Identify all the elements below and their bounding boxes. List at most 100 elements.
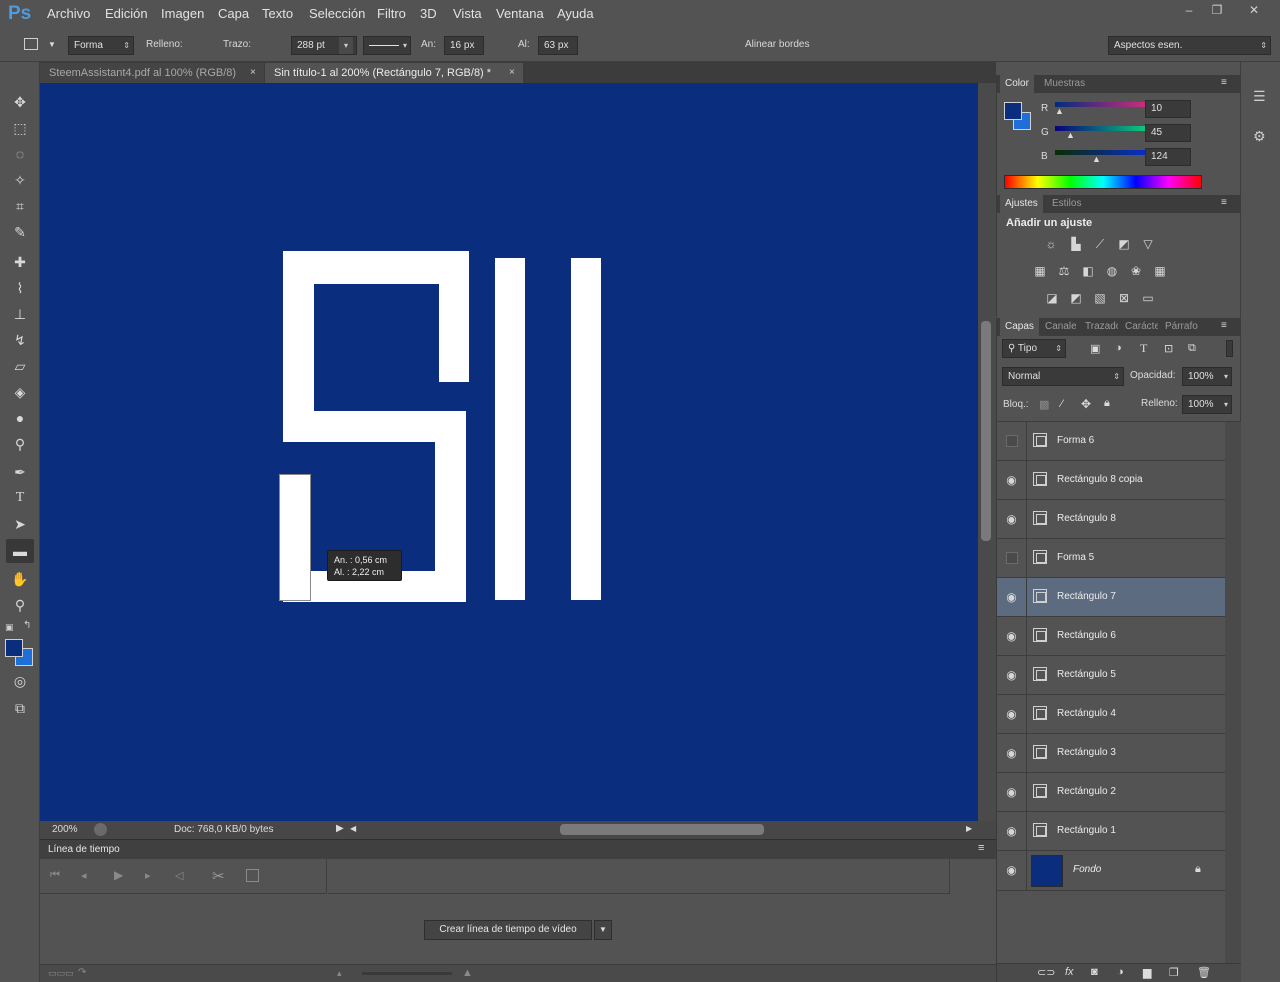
zoom-out-timeline-icon[interactable]: ▴ (337, 968, 342, 979)
hand-tool-icon[interactable]: ✋ (6, 567, 34, 591)
play-icon[interactable]: ▶ (114, 868, 123, 882)
screen-mode-icon[interactable]: ⧉ (6, 696, 34, 720)
eye-icon[interactable]: ◉ (997, 578, 1027, 616)
photo-filter-icon[interactable]: ◍ (1104, 264, 1120, 278)
layer-row[interactable]: ◉ Rectángulo 1 (997, 812, 1225, 851)
blur-tool-icon[interactable]: ● (6, 406, 34, 430)
exposure-icon[interactable]: ◩ (1116, 237, 1132, 251)
layer-filter-select[interactable]: ⚲ Tipo ⇕ (1002, 339, 1066, 358)
panel-menu-icon[interactable]: ≡ (1221, 77, 1227, 88)
layer-row[interactable]: ◉ Rectángulo 6 (997, 617, 1225, 656)
eye-icon[interactable]: ◉ (997, 734, 1027, 772)
vertical-scrollbar[interactable] (978, 83, 996, 821)
chevron-down-icon[interactable]: ▾ (339, 37, 353, 54)
menu-archivo[interactable]: Archivo (47, 6, 90, 21)
invert-icon[interactable]: ◪ (1044, 291, 1060, 305)
scroll-left-icon[interactable]: ◀ (350, 824, 356, 833)
history-brush-tool-icon[interactable]: ↯ (6, 328, 34, 352)
clone-stamp-tool-icon[interactable]: ⊥ (6, 302, 34, 326)
close-icon[interactable]: × (509, 63, 515, 83)
layer-row[interactable]: Forma 6 (997, 422, 1225, 461)
lasso-tool-icon[interactable]: ◌ (6, 142, 34, 166)
lock-position-icon[interactable]: ✥ (1081, 397, 1091, 411)
default-colors-icon[interactable]: ▣ (5, 622, 14, 633)
lock-transparency-icon[interactable]: ▩ (1039, 398, 1049, 411)
layer-row[interactable]: Forma 5 (997, 539, 1225, 578)
filter-toggle[interactable] (1226, 340, 1233, 357)
color-spectrum-ramp[interactable] (1004, 175, 1202, 189)
previous-frame-icon[interactable]: ◂ (81, 869, 87, 882)
tab-trazados[interactable]: Trazados (1080, 318, 1118, 336)
marquee-tool-icon[interactable]: ⬚ (6, 116, 34, 140)
height-input[interactable]: 63 px (538, 36, 578, 55)
vertical-scroll-thumb[interactable] (981, 321, 991, 541)
eye-icon[interactable]: ◉ (997, 812, 1027, 850)
threshold-icon[interactable]: ▧ (1092, 291, 1108, 305)
tab-caracter[interactable]: Carácter (1120, 318, 1158, 336)
type-tool-icon[interactable]: T (6, 486, 34, 510)
color-lookup-icon[interactable]: ▦ (1152, 264, 1168, 278)
menu-vista[interactable]: Vista (453, 6, 482, 21)
menu-filtro[interactable]: Filtro (377, 6, 406, 21)
layer-row[interactable]: ◉ Rectángulo 4 (997, 695, 1225, 734)
menu-capa[interactable]: Capa (218, 6, 249, 21)
move-tool-icon[interactable]: ✥ (6, 90, 34, 114)
red-input[interactable]: 10 (1145, 100, 1191, 118)
rectangle-tool-icon[interactable]: ▬ (6, 539, 34, 563)
red-slider-handle[interactable]: ▲ (1055, 106, 1064, 116)
layer-row[interactable]: ◉ Rectángulo 8 (997, 500, 1225, 539)
eye-icon[interactable]: ◉ (997, 695, 1027, 733)
layer-row-selected[interactable]: ◉ Rectángulo 7 (997, 578, 1225, 617)
first-frame-icon[interactable]: ⏮ (50, 869, 60, 882)
crop-tool-icon[interactable]: ⌗ (6, 194, 34, 218)
black-white-icon[interactable]: ◧ (1080, 264, 1096, 278)
eye-icon[interactable]: ◉ (997, 617, 1027, 655)
color-balance-icon[interactable]: ⚖ (1056, 264, 1072, 278)
zoom-level[interactable]: 200% (52, 824, 78, 835)
brush-tool-icon[interactable]: ⌇ (6, 276, 34, 300)
green-slider-handle[interactable]: ▲ (1066, 130, 1075, 140)
green-input[interactable]: 45 (1145, 124, 1191, 142)
stroke-width-input[interactable]: 288 pt ▾ (291, 36, 357, 55)
rectangle-tool-preset-icon[interactable] (24, 38, 38, 50)
vibrance-icon[interactable]: ▽ (1140, 237, 1156, 251)
dodge-tool-icon[interactable]: ⚲ (6, 432, 34, 456)
layer-style-icon[interactable]: fx (1065, 966, 1074, 978)
new-adjustment-icon[interactable]: ◑ (1117, 966, 1124, 978)
tab-sin-titulo[interactable]: Sin título-1 al 200% (Rectángulo 7, RGB/… (265, 63, 523, 83)
eye-icon[interactable]: ◉ (997, 851, 1027, 890)
tab-muestras[interactable]: Muestras (1039, 75, 1090, 93)
eye-icon[interactable]: ◉ (997, 656, 1027, 694)
share-icon[interactable] (94, 823, 107, 836)
scissors-icon[interactable]: ✂ (212, 867, 225, 885)
tab-estilos[interactable]: Estilos (1047, 195, 1086, 213)
new-layer-icon[interactable]: ❐ (1169, 966, 1179, 979)
filter-smart-object-icon[interactable]: ⧉ (1188, 342, 1196, 355)
menu-imagen[interactable]: Imagen (161, 6, 204, 21)
audio-icon[interactable]: ◁ (175, 869, 183, 882)
path-selection-tool-icon[interactable]: ➤ (6, 512, 34, 536)
filter-pixel-icon[interactable]: ▣ (1090, 342, 1100, 355)
properties-icon[interactable]: ⚙ (1253, 128, 1266, 145)
zoom-in-timeline-icon[interactable]: ▲ (462, 967, 473, 979)
add-mask-icon[interactable]: ◙ (1091, 966, 1098, 978)
foreground-color-swatch[interactable] (5, 639, 23, 657)
chevron-down-icon[interactable]: ▼ (594, 920, 612, 940)
restore-button[interactable]: ❐ (1202, 0, 1232, 20)
tab-ajustes[interactable]: Ajustes (1000, 195, 1043, 213)
menu-edicion[interactable]: Edición (105, 6, 148, 21)
layer-row[interactable]: ◉ Rectángulo 8 copia (997, 461, 1225, 500)
layer-row-background[interactable]: ◉ Fondo 🔒︎ (997, 851, 1225, 891)
visibility-toggle[interactable] (997, 422, 1027, 460)
blend-mode-select[interactable]: Normal ⇕ (1002, 367, 1124, 386)
channel-mixer-icon[interactable]: ❀ (1128, 264, 1144, 278)
delete-layer-icon[interactable]: 🗑︎ (1197, 966, 1211, 979)
render-icon[interactable]: ↷ (78, 967, 86, 978)
menu-seleccion[interactable]: Selección (309, 6, 365, 21)
layer-row[interactable]: ◉ Rectángulo 2 (997, 773, 1225, 812)
link-layers-icon[interactable]: ⊂⊃ (1037, 966, 1055, 979)
mode-select[interactable]: Forma ⇕ (68, 36, 134, 55)
selected-rectangle-7[interactable] (279, 474, 311, 601)
eye-icon[interactable]: ◉ (997, 773, 1027, 811)
panel-menu-icon[interactable]: ≡ (978, 842, 984, 854)
